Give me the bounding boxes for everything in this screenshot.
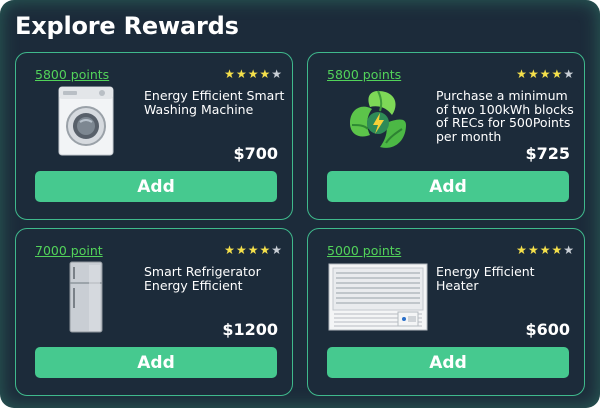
star-rating: ★ ★ ★ ★ ★ xyxy=(516,67,574,81)
star-filled-icon: ★ xyxy=(516,243,527,257)
star-filled-icon: ★ xyxy=(527,243,539,257)
add-button[interactable]: Add xyxy=(35,347,277,378)
star-empty-icon: ★ xyxy=(563,67,574,81)
star-rating: ★ ★ ★ ★ ★ xyxy=(516,243,574,257)
star-filled-icon: ★ xyxy=(539,67,551,81)
add-button[interactable]: Add xyxy=(35,171,277,202)
air-conditioner-heater-icon xyxy=(328,261,428,333)
star-empty-icon: ★ xyxy=(271,67,282,81)
star-filled-icon: ★ xyxy=(527,67,539,81)
star-empty-icon: ★ xyxy=(271,243,282,257)
reward-card: 7000 point ★ ★ ★ ★ ★ Smart Refrigerator Ener… xyxy=(15,228,293,396)
reward-description: Energy Efficient Smart Washing Machine xyxy=(144,88,285,117)
reward-description: Smart Refrigerator Energy Efficient xyxy=(144,264,261,293)
star-filled-icon: ★ xyxy=(551,67,563,81)
star-rating: ★ ★ ★ ★ ★ xyxy=(224,243,282,257)
reward-description: Energy Efficient Heater xyxy=(436,264,535,293)
star-filled-icon: ★ xyxy=(224,67,235,81)
add-button[interactable]: Add xyxy=(327,171,569,202)
add-button[interactable]: Add xyxy=(327,347,569,378)
reward-price: $600 xyxy=(525,320,570,339)
page-title: Explore Rewards xyxy=(15,12,239,40)
renewable-energy-leaves-icon xyxy=(328,85,428,157)
star-filled-icon: ★ xyxy=(235,67,247,81)
star-filled-icon: ★ xyxy=(259,243,271,257)
reward-card: 5800 points ★ ★ ★ ★ ★ Energy Efficient Smart… xyxy=(15,52,293,220)
star-filled-icon: ★ xyxy=(551,243,563,257)
reward-card: 5800 points ★ ★ ★ ★ ★ Purchase a minimum of … xyxy=(307,52,585,220)
star-filled-icon: ★ xyxy=(259,67,271,81)
rewards-panel: Explore Rewards 5800 points ★ ★ ★ ★ ★ Energy… xyxy=(0,0,600,408)
star-empty-icon: ★ xyxy=(563,243,574,257)
reward-card: 5000 points ★ ★ ★ ★ ★ Energy Efficient H… xyxy=(307,228,585,396)
reward-price: $725 xyxy=(525,144,570,163)
washing-machine-icon xyxy=(36,85,136,157)
reward-description: Purchase a minimum of two 100kWh blocks … xyxy=(436,88,574,144)
star-filled-icon: ★ xyxy=(247,243,259,257)
star-filled-icon: ★ xyxy=(224,243,235,257)
points-link[interactable]: 5000 points xyxy=(327,243,401,258)
points-link[interactable]: 7000 point xyxy=(35,243,103,258)
refrigerator-icon xyxy=(36,261,136,333)
star-filled-icon: ★ xyxy=(247,67,259,81)
star-filled-icon: ★ xyxy=(235,243,247,257)
star-filled-icon: ★ xyxy=(539,243,551,257)
points-link[interactable]: 5800 points xyxy=(327,67,401,82)
reward-price: $1200 xyxy=(222,320,278,339)
star-rating: ★ ★ ★ ★ ★ xyxy=(224,67,282,81)
star-filled-icon: ★ xyxy=(516,67,527,81)
reward-price: $700 xyxy=(233,144,278,163)
points-link[interactable]: 5800 points xyxy=(35,67,109,82)
